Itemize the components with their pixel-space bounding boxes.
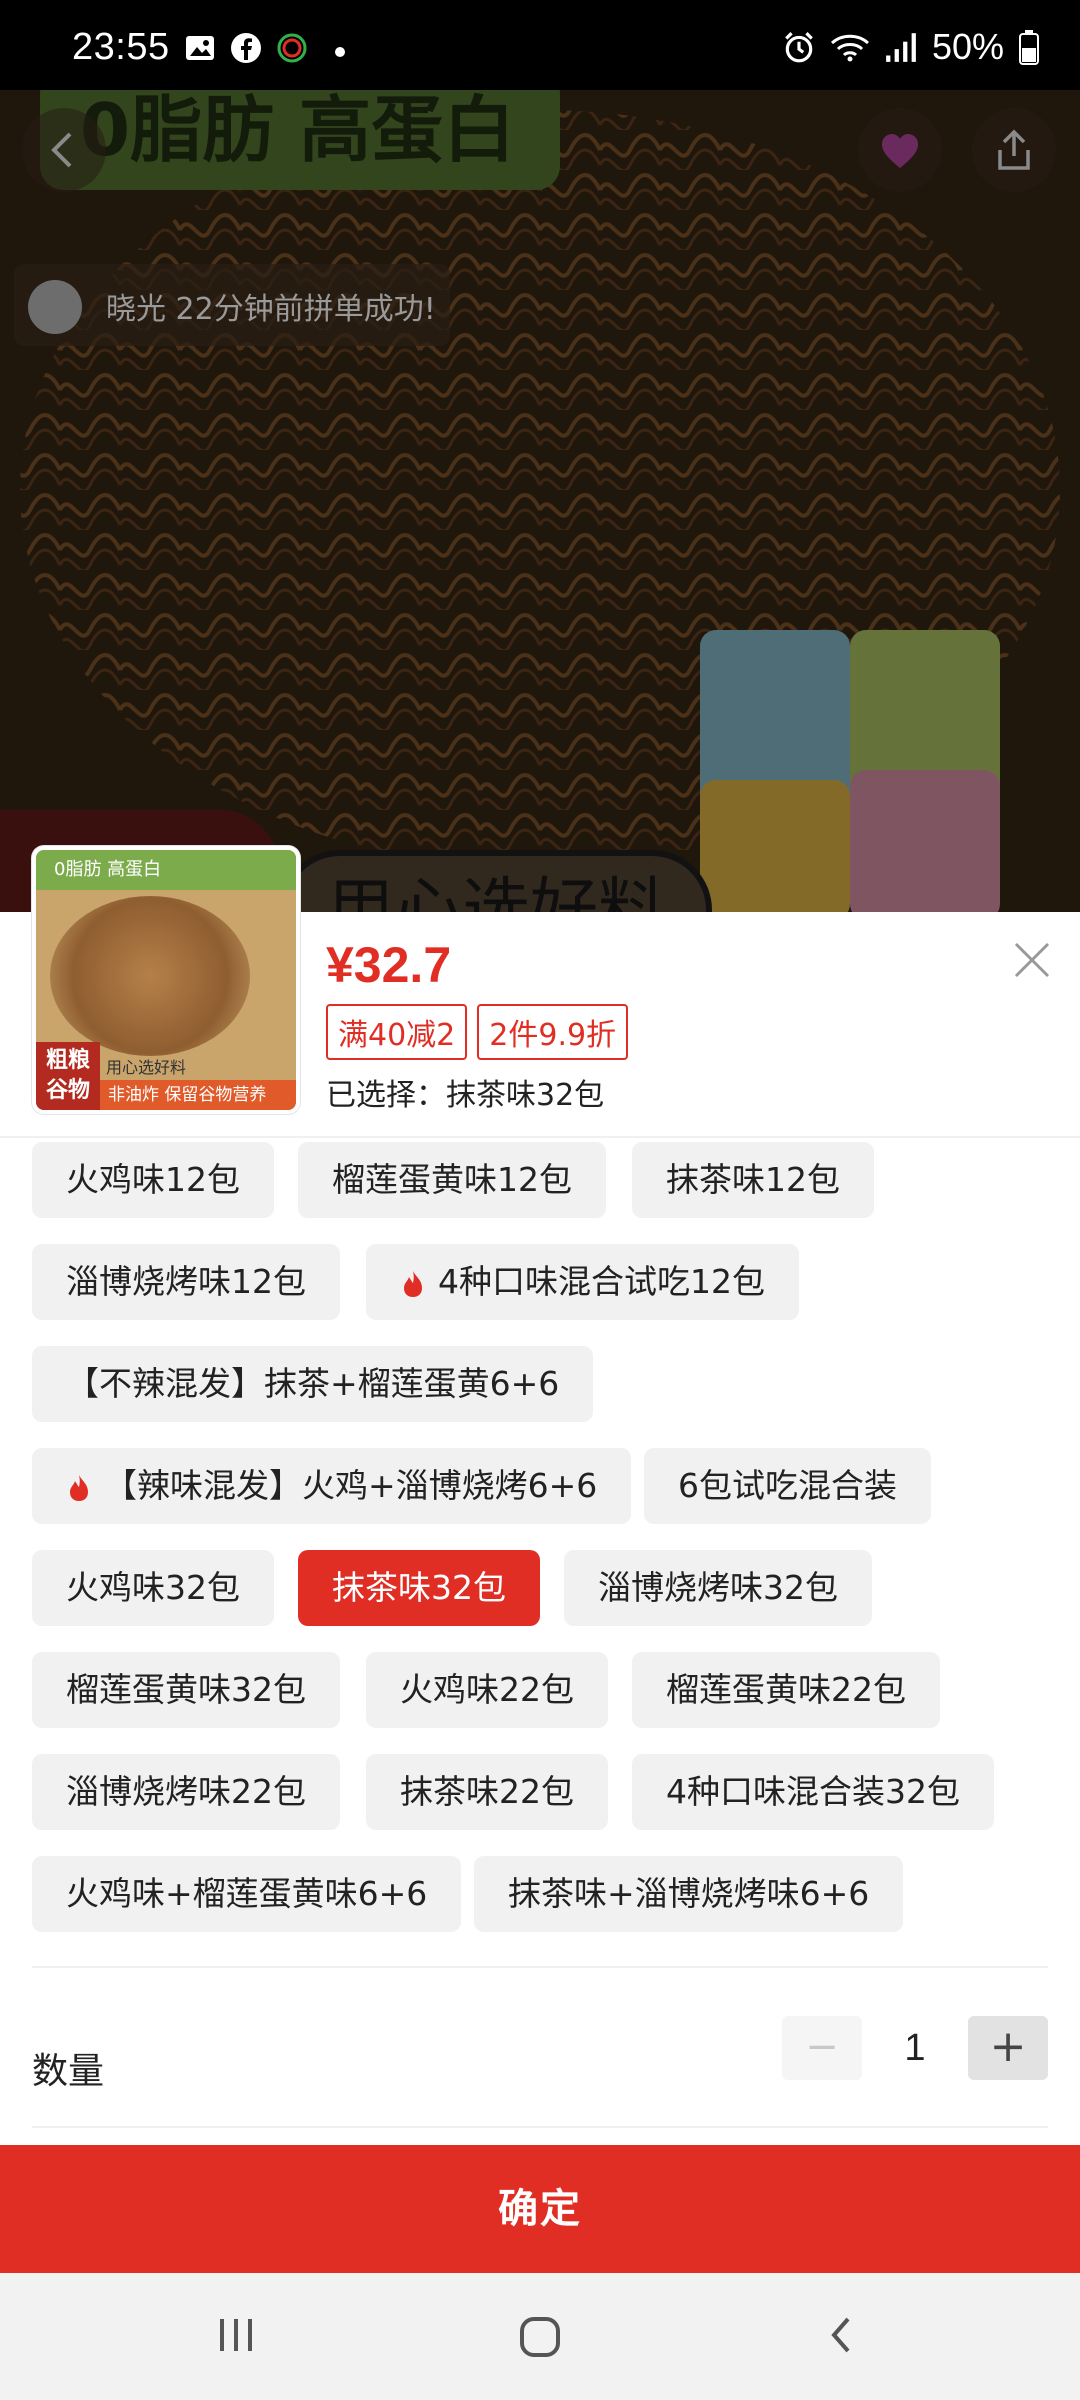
option-chip[interactable]: 火鸡味22包 [366, 1652, 608, 1728]
selected-label: 已选择： [326, 1078, 446, 1113]
flame-icon [404, 1270, 422, 1297]
status-time: 23:55 [72, 26, 170, 68]
coupon-badge: 满40减2 [326, 1004, 468, 1060]
option-chip[interactable]: 榴莲蛋黄味12包 [298, 1142, 606, 1218]
signal-icon [886, 33, 916, 62]
home-icon[interactable] [516, 2313, 564, 2361]
app-icon [277, 33, 307, 63]
option-chip[interactable]: 4种口味混合装32包 [632, 1754, 994, 1830]
toast-text: 晓光 22分钟前拼单成功! [106, 292, 436, 327]
share-button[interactable] [972, 108, 1056, 192]
quantity-decrease-button[interactable]: − [782, 2016, 862, 2080]
option-chip[interactable]: 火鸡味+榴莲蛋黄味6+6 [32, 1856, 462, 1932]
quantity-increase-button[interactable]: + [968, 2016, 1048, 2080]
price: ¥32.7 [326, 937, 452, 993]
option-chip[interactable]: 火鸡味32包 [32, 1550, 274, 1626]
option-chip[interactable]: 6包试吃混合装 [644, 1448, 931, 1524]
quantity-value[interactable]: 1 [870, 2016, 960, 2080]
option-chip[interactable]: 榴莲蛋黄味22包 [632, 1652, 940, 1728]
option-chip[interactable]: 【不辣混发】抹茶+榴莲蛋黄6+6 [32, 1346, 594, 1422]
option-chip-selected[interactable]: 抹茶味32包 [298, 1550, 540, 1626]
option-chip[interactable]: 榴莲蛋黄味32包 [32, 1652, 340, 1728]
alarm-icon [785, 32, 813, 63]
facebook-icon [231, 33, 261, 63]
status-bar: 23:55 50% [0, 0, 1080, 90]
option-chip[interactable]: 抹茶味12包 [632, 1142, 874, 1218]
system-nav-bar [0, 2273, 1080, 2400]
flame-icon [70, 1474, 88, 1501]
favorite-button[interactable] [858, 108, 942, 192]
selected-value: 抹茶味32包 [446, 1078, 605, 1113]
product-thumbnail[interactable]: 0脂肪 高蛋白 用心选好料 粗粮谷物 非油炸 保留谷物营养 [32, 846, 300, 1114]
option-chip[interactable]: 抹茶味+淄博烧烤味6+6 [474, 1856, 904, 1932]
heart-icon [882, 134, 918, 168]
battery-icon [1019, 30, 1039, 65]
image-icon [186, 36, 214, 60]
thumb-caption: 用心选好料 [106, 1058, 187, 1077]
thumb-grain-badge: 粗粮谷物 [36, 1042, 100, 1110]
close-icon[interactable] [1010, 938, 1054, 982]
coupon-badge: 2件9.9折 [477, 1004, 629, 1060]
back-icon[interactable] [822, 2313, 862, 2357]
quantity-label: 数量 [32, 2051, 105, 2092]
option-chip[interactable]: 火鸡味12包 [32, 1142, 274, 1218]
option-chip[interactable]: 淄博烧烤味12包 [32, 1244, 340, 1320]
option-chip[interactable]: 【辣味混发】火鸡+淄博烧烤6+6 [32, 1448, 632, 1524]
confirm-button[interactable]: 确定 [0, 2145, 1080, 2273]
dot-icon [335, 47, 345, 57]
share-icon [998, 129, 1030, 170]
product-image[interactable]: 0脂肪 高蛋白 用心选好料 晓光 22分钟前拼单成功! [0, 90, 1080, 912]
coupon-list: 满40减2 2件9.9折 [326, 1004, 629, 1060]
option-chip[interactable]: 淄博烧烤味32包 [564, 1550, 872, 1626]
wifi-icon [830, 34, 869, 62]
chevron-left-icon [51, 132, 72, 168]
thumb-top-text: 0脂肪 高蛋白 [36, 850, 296, 890]
battery-percent: 50% [931, 26, 1004, 67]
thumb-bottom-bar: 非油炸 保留谷物营养 [100, 1080, 296, 1110]
option-chip[interactable]: 4种口味混合试吃12包 [366, 1244, 799, 1320]
recent-apps-icon[interactable] [214, 2313, 258, 2357]
sku-selector-sheet: 0脂肪 高蛋白 用心选好料 粗粮谷物 非油炸 保留谷物营养 ¥32.7 满40减… [0, 846, 1080, 2272]
selected-summary: 已选择：抹茶味32包 [326, 1070, 604, 1114]
option-chip[interactable]: 抹茶味22包 [366, 1754, 608, 1830]
group-buy-toast: 晓光 22分钟前拼单成功! [14, 264, 450, 346]
avatar [28, 280, 82, 334]
option-chip[interactable]: 淄博烧烤味22包 [32, 1754, 340, 1830]
back-button[interactable] [22, 108, 106, 192]
